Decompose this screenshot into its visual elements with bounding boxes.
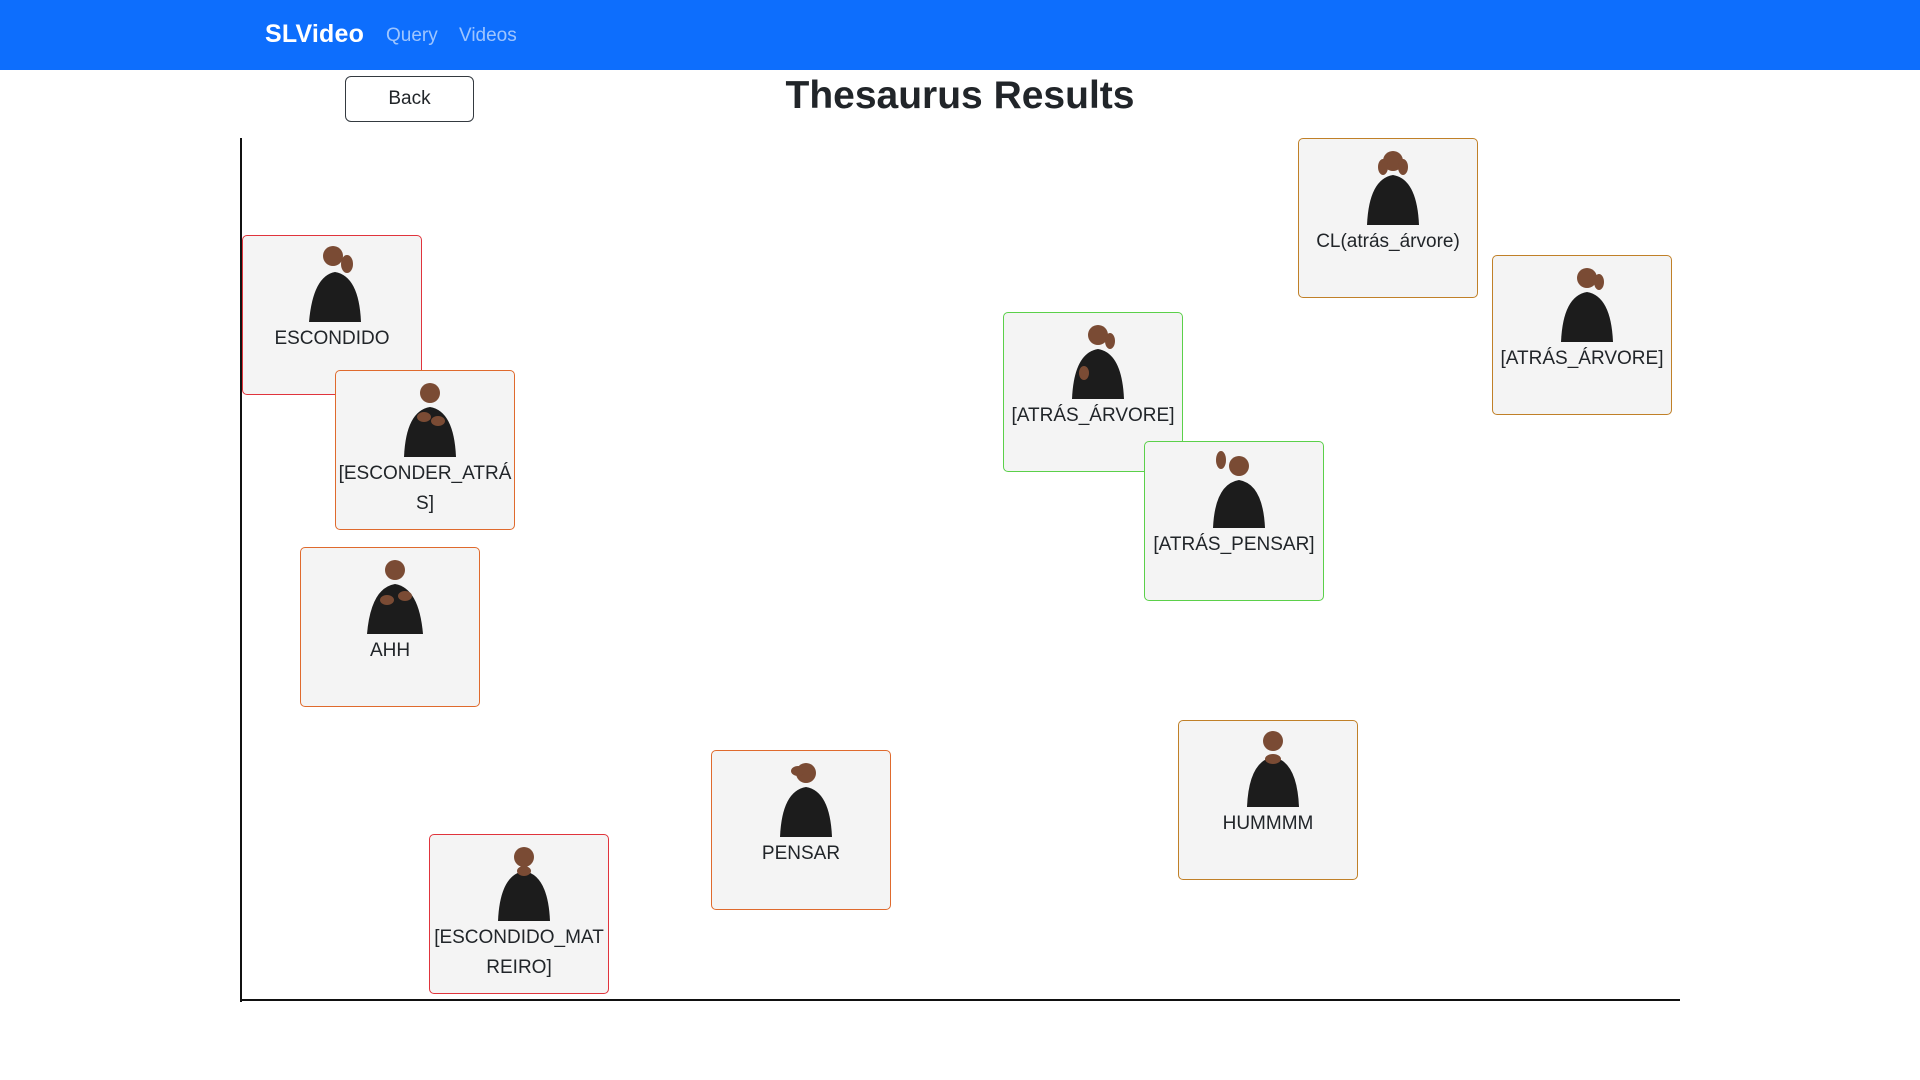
- card-label: ESCONDIDO: [274, 328, 390, 349]
- result-card[interactable]: [ESCONDIDO_MATREIRO]: [429, 834, 609, 994]
- signer-thumbnail-icon: [1072, 325, 1124, 399]
- card-label: [ATRÁS_ÁRVORE]: [1500, 348, 1664, 369]
- signer-thumbnail-icon: [498, 847, 550, 921]
- card-label: [ATRÁS_ÁRVORE]: [1011, 405, 1175, 426]
- signer-thumbnail-icon: [1213, 451, 1265, 528]
- signer-thumbnail-icon: [1367, 151, 1419, 225]
- result-card[interactable]: PENSAR: [711, 750, 891, 910]
- result-card[interactable]: [ESCONDER_ATRÁS]: [335, 370, 515, 530]
- card-label: [ESCONDIDO_MATREIRO]: [434, 927, 604, 978]
- result-card[interactable]: HUMMMM: [1178, 720, 1358, 880]
- signer-thumbnail-icon: [367, 560, 423, 634]
- result-card[interactable]: CL(atrás_árvore): [1298, 138, 1478, 298]
- signer-thumbnail-icon: [1247, 731, 1299, 807]
- result-card[interactable]: [ATRÁS_ÁRVORE]: [1492, 255, 1672, 415]
- card-label: HUMMMM: [1222, 813, 1314, 834]
- card-label: [ESCONDER_ATRÁS]: [338, 463, 512, 514]
- result-card[interactable]: [ATRÁS_PENSAR]: [1144, 441, 1324, 601]
- card-label: [ATRÁS_PENSAR]: [1153, 534, 1315, 555]
- signer-thumbnail-icon: [1561, 268, 1613, 342]
- card-label: PENSAR: [761, 843, 841, 864]
- card-label: CL(atrás_árvore): [1316, 231, 1460, 252]
- signer-thumbnail-icon: [309, 246, 361, 322]
- card-label: AHH: [369, 640, 411, 661]
- signer-thumbnail-icon: [780, 763, 832, 837]
- thesaurus-plot: CL(atrás_árvore) [ATRÁS_ÁRVORE] ESCONDID…: [0, 0, 1920, 1080]
- x-axis: [240, 999, 1680, 1001]
- signer-thumbnail-icon: [404, 383, 456, 457]
- result-card[interactable]: AHH: [300, 547, 480, 707]
